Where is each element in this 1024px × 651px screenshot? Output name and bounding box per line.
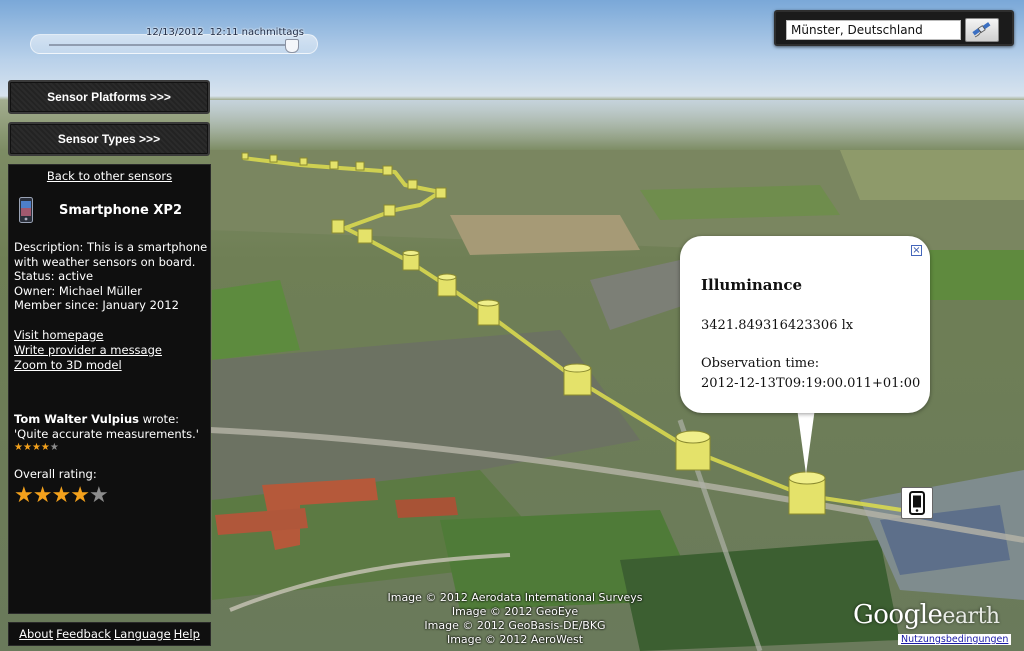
credit-line: Image © 2012 AeroWest — [446, 633, 584, 646]
star-icon[interactable]: ★ — [70, 483, 90, 508]
observation-cylinder — [477, 299, 500, 326]
visit-homepage-link[interactable]: Visit homepage — [14, 328, 103, 342]
observation-cylinder — [357, 228, 373, 244]
star-icon: ★ — [31, 442, 41, 453]
popup-value: 3421.849316423306 lx — [701, 318, 854, 333]
review: Tom Walter Vulpius wrote: 'Quite accurat… — [14, 412, 199, 456]
observation-cylinder — [675, 430, 711, 471]
observation-cylinder — [435, 187, 447, 199]
close-icon[interactable]: × — [911, 245, 922, 256]
logo-google: Google — [853, 600, 943, 630]
search-box — [774, 10, 1014, 46]
star-icon: ★ — [49, 442, 59, 453]
credit-line: Image © 2012 GeoBasis-DE/BKG — [424, 619, 606, 632]
credit-line: Image © 2012 Aerodata International Surv… — [387, 591, 643, 604]
review-author: Tom Walter Vulpius — [14, 412, 139, 426]
popup-time-label: Observation time: — [701, 356, 820, 371]
time-date: 12/13/2012 — [146, 27, 204, 38]
time-label: 12/13/2012 12:11 nachmittags — [146, 27, 304, 38]
popup-time-value: 2012-12-13T09:19:00.011+01:00 — [701, 376, 921, 391]
terms-of-use-link[interactable]: Nutzungsbedingungen — [898, 634, 1012, 645]
device-member-since: Member since: January 2012 — [14, 298, 179, 312]
about-link[interactable]: About — [19, 627, 53, 641]
logo-earth: earth — [942, 604, 1000, 629]
sensor-types-button[interactable]: Sensor Types >>> — [8, 122, 210, 156]
device-details: Description: This is a smartphone with w… — [14, 240, 208, 313]
satellite-icon — [972, 22, 991, 38]
star-icon: ★ — [14, 442, 23, 453]
star-icon[interactable]: ★ — [33, 483, 53, 508]
google-earth-logo: Googleearth — [853, 600, 1000, 630]
review-text: 'Quite accurate measurements.' — [14, 426, 199, 441]
feedback-link[interactable]: Feedback — [56, 627, 111, 641]
observation-cylinder — [329, 160, 339, 170]
observation-cylinder — [241, 152, 249, 160]
observation-popup: × Illuminance 3421.849316423306 lx Obser… — [680, 236, 930, 413]
star-icon[interactable]: ★ — [89, 483, 109, 508]
observation-cylinder — [299, 157, 308, 166]
smartphone-icon — [19, 197, 33, 223]
search-button[interactable] — [965, 18, 999, 42]
search-input[interactable] — [786, 20, 961, 40]
sensor-info-panel: Back to other sensors Smartphone XP2 Des… — [8, 164, 211, 614]
observation-cylinder — [382, 165, 393, 176]
observation-cylinder — [563, 363, 592, 396]
imagery-credits: Image © 2012 Aerodata International Surv… — [360, 591, 670, 647]
device-status: Status: active — [14, 269, 94, 283]
smartphone-marker[interactable] — [901, 487, 933, 519]
language-link[interactable]: Language — [114, 627, 171, 641]
time-slider-thumb[interactable] — [285, 39, 299, 53]
device-links: Visit homepage Write provider a message … — [14, 328, 162, 373]
device-name: Smartphone XP2 — [59, 202, 182, 218]
observation-cylinder — [402, 250, 420, 271]
footer-links: About Feedback Language Help — [8, 622, 211, 646]
smartphone-icon — [909, 491, 925, 515]
sensor-platforms-button[interactable]: Sensor Platforms >>> — [8, 80, 210, 114]
write-message-link[interactable]: Write provider a message — [14, 343, 162, 357]
observation-cylinder — [355, 161, 365, 171]
back-to-sensors-link[interactable]: Back to other sensors — [9, 169, 210, 183]
observation-cylinder — [407, 179, 418, 190]
device-header: Smartphone XP2 — [19, 197, 182, 223]
time-clock: 12:11 nachmittags — [209, 27, 304, 38]
observation-cylinder — [788, 471, 826, 515]
device-description: Description: This is a smartphone with w… — [14, 240, 208, 269]
credit-line: Image © 2012 GeoEye — [451, 605, 579, 618]
overall-rating-label: Overall rating: — [14, 467, 97, 481]
star-icon[interactable]: ★ — [14, 483, 34, 508]
observation-cylinder — [437, 273, 457, 297]
observation-cylinder — [383, 204, 396, 217]
overall-rating-stars[interactable]: ★★★★★ — [14, 483, 109, 508]
time-slider-track — [49, 44, 287, 46]
star-icon: ★ — [22, 442, 32, 453]
star-icon[interactable]: ★ — [51, 483, 71, 508]
review-wrote: wrote: — [138, 412, 180, 426]
review-stars: ★★★★★ — [14, 441, 199, 456]
observation-cylinder — [331, 219, 345, 234]
help-link[interactable]: Help — [174, 627, 200, 641]
observation-cylinder — [269, 154, 278, 163]
popup-title: Illuminance — [701, 276, 803, 294]
device-owner: Owner: Michael Müller — [14, 283, 142, 298]
star-icon: ★ — [40, 442, 50, 453]
zoom-3d-model-link[interactable]: Zoom to 3D model — [14, 358, 122, 372]
popup-tail — [797, 408, 815, 474]
